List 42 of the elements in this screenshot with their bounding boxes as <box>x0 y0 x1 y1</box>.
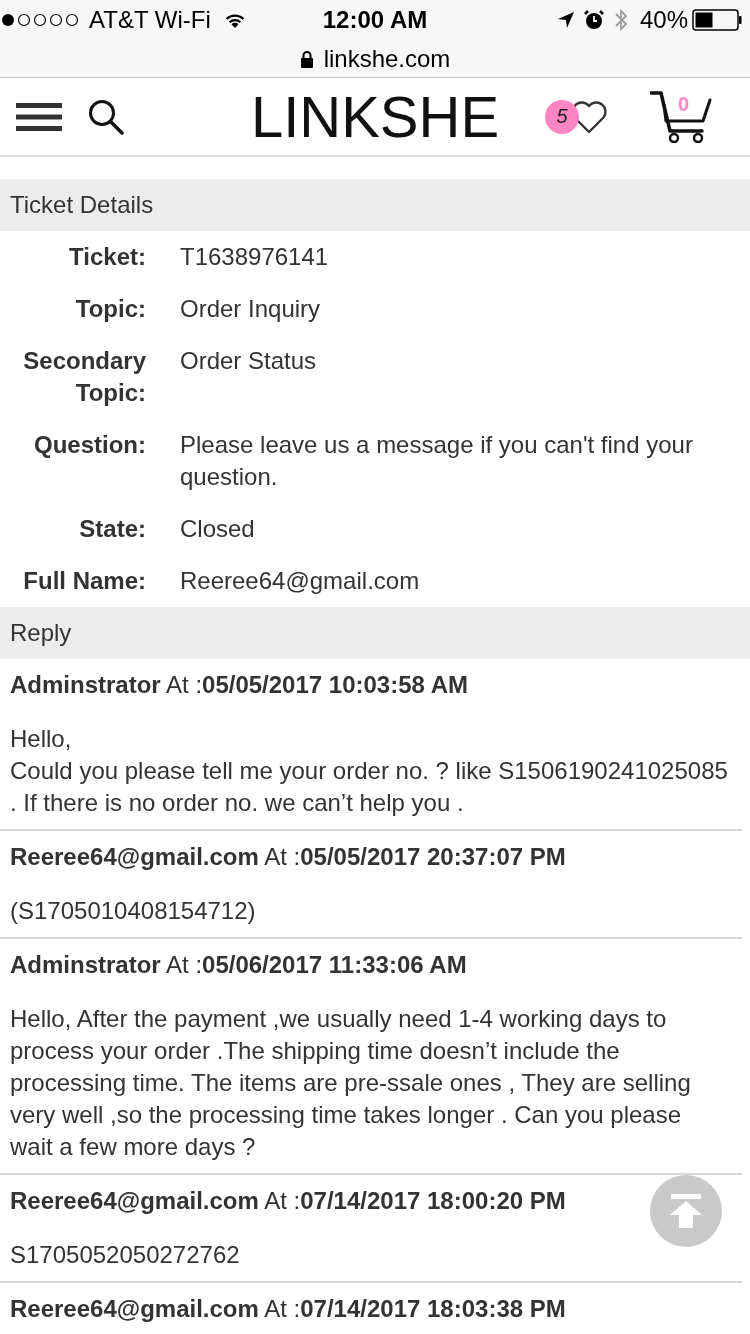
field-label: Question: <box>33 430 146 460</box>
lock-icon <box>299 49 314 68</box>
section-header: Ticket Details <box>0 179 750 231</box>
field-label: Topic: <box>74 294 146 324</box>
wishlist-count: 5 <box>545 99 579 134</box>
reply-heading: Adminstrator At :05/05/2017 10:03:58 AM <box>10 670 468 700</box>
field-value: Order Status <box>180 346 318 376</box>
alarm-clock-icon <box>583 10 604 30</box>
menu-icon[interactable] <box>16 102 62 131</box>
field-label: Full Name: <box>22 566 146 596</box>
reply-text: S1705052050272762 <box>10 1240 240 1270</box>
search-icon[interactable] <box>88 98 124 135</box>
url-text[interactable]: linkshe.com <box>323 44 451 73</box>
reply-text: Hello, After the payment ,we usually need 1-4 working days to process your order .The shipping time doesn’t include the processing time. The items are pre-ssale ones , They are selling very well ,so the processing time takes longer . Can you please wait a few more days ? <box>10 1004 692 1162</box>
reply-heading: Reeree64@gmail.com At :05/05/2017 20:37:07 PM <box>10 842 566 872</box>
clock-time: 12:00 AM <box>322 6 428 34</box>
battery-icon <box>692 9 742 31</box>
field-label: State: <box>78 514 146 544</box>
site-logo[interactable]: LINKSHE <box>250 86 500 147</box>
bluetooth-icon <box>613 8 628 32</box>
reply-heading: Reeree64@gmail.com At :07/14/2017 18:03:38 PM <box>10 1294 566 1324</box>
cart-count: 0 <box>678 92 690 115</box>
field-value: Order Inquiry <box>180 294 322 324</box>
location-arrow-icon <box>557 12 574 28</box>
section-header: Reply <box>0 607 750 659</box>
field-label: Ticket: <box>68 242 146 272</box>
field-value: T1638976141 <box>180 242 330 272</box>
wifi-icon <box>224 12 245 28</box>
battery-percentage: 40% <box>639 6 688 34</box>
shopping-cart-icon[interactable] <box>650 90 712 143</box>
reply-text: Hello, <box>10 724 72 754</box>
field-label: Secondary Topic: <box>22 346 146 408</box>
carrier-name: AT&T Wi-Fi <box>89 6 211 34</box>
signal-icon <box>1 13 81 27</box>
reply-text: (S1705010408154712) <box>10 896 256 926</box>
field-value: Please leave us a message if you can't find your question. <box>180 430 694 492</box>
reply-heading: Reeree64@gmail.com At :07/14/2017 18:00:20 PM <box>10 1186 566 1216</box>
reply-text: Could you please tell me your order no. ? like S1506190241025085 . If there is no order no. we can’t help you . <box>10 756 729 818</box>
arrow-to-top-icon <box>669 1194 703 1228</box>
field-value: Reeree64@gmail.com <box>180 566 421 596</box>
reply-heading: Adminstrator At :05/06/2017 11:33:06 AM <box>10 950 467 980</box>
field-value: Closed <box>180 514 256 544</box>
